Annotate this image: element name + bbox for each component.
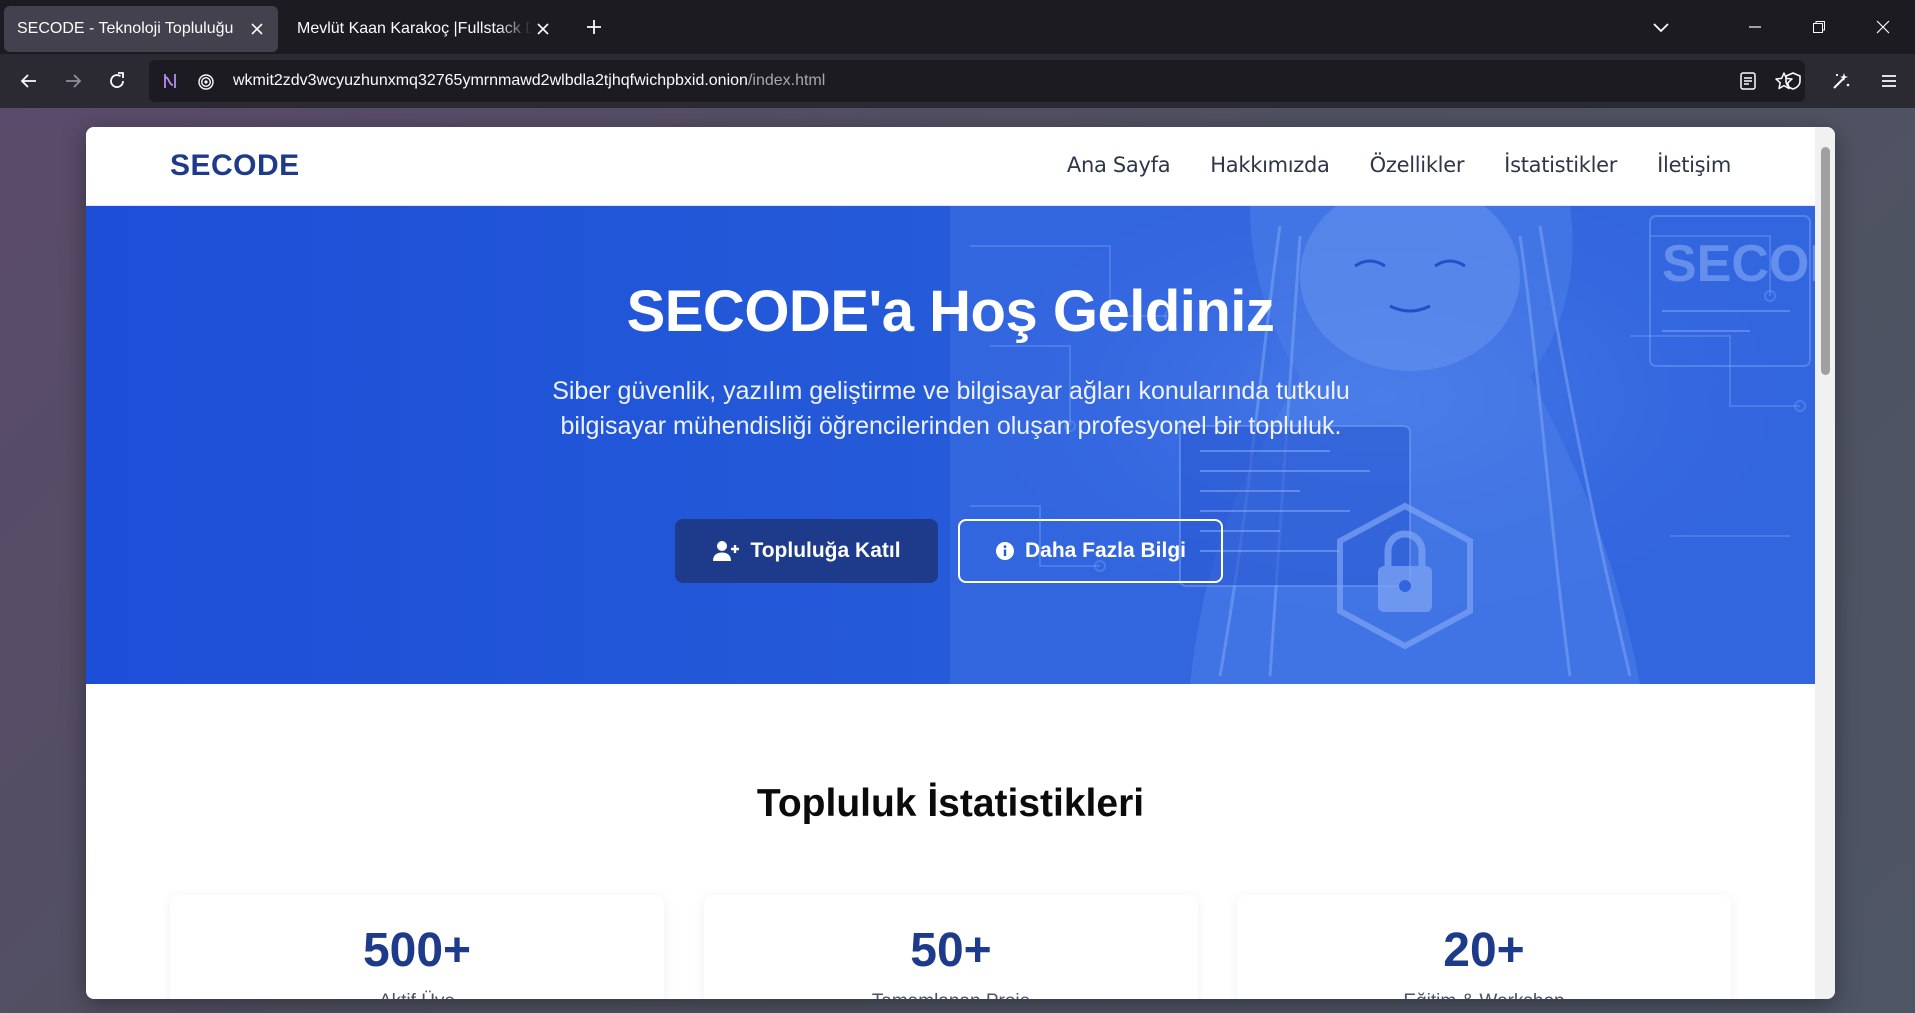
learn-more-label: Daha Fazla Bilgi [1024,539,1187,562]
join-community-label: Topluluğa Katıl [750,539,901,562]
tab-title: SECODE - Teknoloji Topluluğu [17,20,234,37]
tab-secode[interactable]: SECODE - Teknoloji Topluluğu [4,6,278,52]
reader-view-icon[interactable] [1733,66,1763,96]
close-tab-icon[interactable] [246,18,268,40]
join-community-button[interactable]: Topluluğa Katıl [675,519,938,583]
new-tab-icon[interactable] [576,9,612,45]
page-content: SECODE Ana Sayfa Hakkımızda Özellikler İ… [86,127,1815,999]
tab-portfolio[interactable]: Mevlüt Kaan Karakoç |Fullstack Developer [284,6,564,52]
close-tab-icon[interactable] [532,18,554,40]
close-window-icon[interactable] [1851,0,1915,54]
onion-icon[interactable] [191,66,221,96]
stat-card-members: 500+ Aktif Üye [170,895,664,999]
address-bar[interactable]: wkmit2zdv3wcyuzhunxmq32765ymrnmawd2wlbdl… [149,60,1805,102]
forward-icon[interactable] [55,63,91,99]
site-logo[interactable]: SECODE [170,149,300,183]
stat-label: Tamamlanan Proje [704,991,1198,999]
restore-icon[interactable] [1787,0,1851,54]
back-icon[interactable] [11,63,47,99]
site-header: SECODE Ana Sayfa Hakkımızda Özellikler İ… [86,127,1815,206]
url-path: /index.html [747,72,826,89]
hero-section: SECODE SECODE'a Hoş Geldiniz Siber güven… [86,206,1815,684]
minimize-icon[interactable] [1723,0,1787,54]
new-identity-icon[interactable] [1823,63,1859,99]
tab-bar: SECODE - Teknoloji Topluluğu Mevlüt Kaan… [0,0,1915,54]
info-circle-icon [995,542,1014,560]
user-plus-icon [713,541,740,561]
hero-content: SECODE'a Hoş Geldiniz Siber güvenlik, ya… [86,206,1815,684]
page-scrollbar[interactable] [1815,127,1835,999]
stat-label: Eğitim & Workshop [1237,991,1731,999]
stat-label: Aktif Üye [170,991,664,999]
nav-link-stats[interactable]: İstatistikler [1504,153,1617,177]
shield-icon[interactable] [1775,63,1811,99]
url-text: wkmit2zdv3wcyuzhunxmq32765ymrnmawd2wlbdl… [233,72,825,90]
reload-icon[interactable] [99,63,135,99]
stat-value: 500+ [362,924,472,977]
menu-icon[interactable] [1871,63,1907,99]
learn-more-button[interactable]: Daha Fazla Bilgi [958,519,1223,583]
tab-title: Mevlüt Kaan Karakoç |Fullstack Developer [297,20,532,37]
stat-value: 50+ [910,924,992,977]
hero-title: SECODE'a Hoş Geldiniz [626,279,1275,344]
navigation-toolbar: wkmit2zdv3wcyuzhunxmq32765ymrnmawd2wlbdl… [0,54,1915,108]
stat-card-workshops: 20+ Eğitim & Workshop [1237,895,1731,999]
web-page: SECODE Ana Sayfa Hakkımızda Özellikler İ… [86,127,1835,999]
url-host: wkmit2zdv3wcyuzhunxmq32765ymrnmawd2wlbdl… [233,72,748,89]
hero-subtitle: Siber güvenlik, yazılım geliştirme ve bi… [552,377,1350,440]
stats-section-title: Topluluk İstatistikleri [756,782,1145,825]
nav-link-about[interactable]: Hakkımızda [1210,153,1330,177]
scrollbar-thumb[interactable] [1821,147,1830,375]
site-nav: Ana Sayfa Hakkımızda Özellikler İstatist… [1067,153,1731,177]
tor-circuit-icon[interactable] [155,66,185,96]
nav-link-home[interactable]: Ana Sayfa [1067,153,1171,177]
stat-value: 20+ [1443,924,1525,977]
nav-link-contact[interactable]: İletişim [1657,153,1731,177]
nav-link-features[interactable]: Özellikler [1370,153,1465,177]
stat-card-projects: 50+ Tamamlanan Proje [704,895,1198,999]
list-all-tabs-icon[interactable] [1633,0,1689,54]
